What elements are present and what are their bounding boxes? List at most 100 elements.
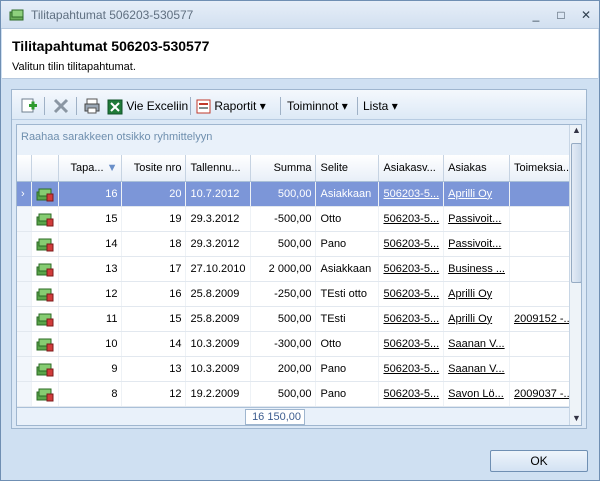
- cell-selite: Asiakkaan: [315, 181, 380, 207]
- column-header-asiakasv[interactable]: Asiakasv...: [378, 155, 445, 182]
- cell-asiakas[interactable]: Business ...: [443, 256, 510, 282]
- cell-tapa: 12: [58, 281, 123, 307]
- window-title: Tilitapahtumat 506203-530577: [31, 8, 194, 22]
- actions-menu[interactable]: Toiminnot ▾: [287, 97, 348, 115]
- table-row[interactable]: 8 12 19.2.2009 500,00 Pano 506203-5... Savon L…: [17, 381, 581, 407]
- table-row[interactable]: 10 14 10.3.2009 -300,00 Otto 506203-5... Saana…: [17, 331, 581, 357]
- cell-asiakas[interactable]: Saanan V...: [443, 331, 510, 357]
- cell-summa: -250,00: [250, 281, 317, 307]
- cell-summa: -500,00: [250, 206, 317, 232]
- cell-asiakasv[interactable]: 506203-5...: [378, 231, 445, 257]
- scrollbar-thumb[interactable]: [571, 143, 581, 283]
- row-indicator[interactable]: [17, 256, 33, 282]
- cell-selite: Pano: [315, 356, 380, 382]
- toolbar: Vie Exceliin Raportit ▾ Toiminnot ▾ List…: [12, 90, 586, 120]
- excel-icon: [107, 99, 123, 115]
- table-row[interactable]: 9 13 10.3.2009 200,00 Pano 506203-5... Saanan …: [17, 356, 581, 382]
- row-indicator[interactable]: [17, 356, 33, 382]
- cell-asiakasv[interactable]: 506203-5...: [378, 306, 445, 332]
- cell-asiakasv[interactable]: 506203-5...: [378, 281, 445, 307]
- cell-asiakasv[interactable]: 506203-5...: [378, 381, 445, 407]
- table-row[interactable]: 11 15 25.8.2009 500,00 TEsti 506203-5... April…: [17, 306, 581, 332]
- cell-tallennus: 29.3.2012: [185, 206, 251, 232]
- table-row[interactable]: 15 19 29.3.2012 -500,00 Otto 506203-5... Passi…: [17, 206, 581, 232]
- cell-asiakasv[interactable]: 506203-5...: [378, 256, 445, 282]
- column-header-selite[interactable]: Selite: [315, 155, 380, 182]
- column-header-tosite[interactable]: Tosite nro: [121, 155, 187, 182]
- page-title: Tilitapahtumat 506203-530577: [12, 38, 210, 54]
- cell-asiakas[interactable]: Aprilli Oy: [443, 181, 510, 207]
- cell-summa: 500,00: [250, 381, 317, 407]
- ok-button[interactable]: OK: [490, 450, 588, 472]
- cell-asiakas[interactable]: Aprilli Oy: [443, 281, 510, 307]
- reports-menu[interactable]: Raportit ▾: [196, 97, 266, 115]
- close-button[interactable]: ✕: [577, 7, 595, 23]
- cell-tosite: 14: [121, 331, 187, 357]
- cell-tapa: 11: [58, 306, 123, 332]
- money-icon: [36, 338, 54, 351]
- row-indicator[interactable]: [17, 281, 33, 307]
- row-indicator[interactable]: [17, 381, 33, 407]
- minimize-button[interactable]: _: [527, 7, 545, 23]
- cell-tapa: 14: [58, 231, 123, 257]
- cell-asiakasv[interactable]: 506203-5...: [378, 331, 445, 357]
- cell-summa: 500,00: [250, 231, 317, 257]
- actions-label: Toiminnot: [287, 99, 339, 113]
- cell-selite: Pano: [315, 231, 380, 257]
- column-header-tallennus[interactable]: Tallennu...: [185, 155, 251, 182]
- print-icon[interactable]: [83, 97, 101, 115]
- scroll-up-icon[interactable]: ▲: [572, 125, 581, 135]
- export-excel-label: Vie Exceliin: [126, 99, 189, 113]
- maximize-button[interactable]: □: [552, 7, 570, 23]
- table-row[interactable]: 12 16 25.8.2009 -250,00 TEsti otto 506203-5..…: [17, 281, 581, 307]
- table-row[interactable]: 13 17 27.10.2010 2 000,00 Asiakkaan 506203-5.…: [17, 256, 581, 282]
- group-by-hint[interactable]: Raahaa sarakkeen otsikko ryhmittelyyn: [17, 125, 569, 155]
- cell-summa: 200,00: [250, 356, 317, 382]
- cell-asiakas[interactable]: Aprilli Oy: [443, 306, 510, 332]
- row-icon-cell: [31, 181, 60, 207]
- transactions-grid: Raahaa sarakkeen otsikko ryhmittelyyn Ta…: [16, 124, 582, 426]
- money-icon: [36, 288, 54, 301]
- cell-tapa: 15: [58, 206, 123, 232]
- column-header-summa[interactable]: Summa: [250, 155, 317, 182]
- cell-asiakasv[interactable]: 506203-5...: [378, 206, 445, 232]
- add-icon[interactable]: [20, 97, 38, 115]
- row-indicator[interactable]: [17, 231, 33, 257]
- toolbar-separator: [76, 97, 77, 115]
- cell-asiakasv[interactable]: 506203-5...: [378, 356, 445, 382]
- row-indicator[interactable]: ›: [17, 181, 33, 207]
- report-icon: [196, 99, 211, 114]
- cell-asiakas[interactable]: Passivoit...: [443, 206, 510, 232]
- cell-asiakas[interactable]: Savon Lö...: [443, 381, 510, 407]
- table-row[interactable]: 14 18 29.3.2012 500,00 Pano 506203-5... Passiv…: [17, 231, 581, 257]
- cell-tapa: 16: [58, 181, 123, 207]
- cell-selite: Asiakkaan: [315, 256, 380, 282]
- cell-tallennus: 25.8.2009: [185, 281, 251, 307]
- row-icon-cell: [31, 306, 60, 332]
- cell-tallennus: 19.2.2009: [185, 381, 251, 407]
- cell-tallennus: 29.3.2012: [185, 231, 251, 257]
- row-indicator[interactable]: [17, 206, 33, 232]
- row-indicator[interactable]: [17, 306, 33, 332]
- list-menu[interactable]: Lista ▾: [363, 97, 398, 115]
- cell-asiakasv[interactable]: 506203-5...: [378, 181, 445, 207]
- cell-asiakas[interactable]: Saanan V...: [443, 356, 510, 382]
- export-excel-button[interactable]: Vie Exceliin: [107, 97, 188, 115]
- cell-selite: Otto: [315, 206, 380, 232]
- row-indicator[interactable]: [17, 331, 33, 357]
- cell-tosite: 18: [121, 231, 187, 257]
- cell-asiakas[interactable]: Passivoit...: [443, 231, 510, 257]
- chevron-down-icon: ▾: [391, 99, 398, 113]
- cell-tosite: 12: [121, 381, 187, 407]
- scroll-down-icon[interactable]: ▼: [572, 413, 581, 423]
- column-header-asiakas[interactable]: Asiakas: [443, 155, 510, 182]
- cell-tapa: 10: [58, 331, 123, 357]
- table-row[interactable]: › 16 20 10.7.2012 500,00 Asiakkaan 506203-5...…: [17, 181, 581, 207]
- row-icon-cell: [31, 206, 60, 232]
- delete-icon[interactable]: [52, 97, 70, 115]
- header: Tilitapahtumat 506203-530577 Valitun til…: [2, 29, 598, 79]
- column-header-tapa[interactable]: Tapa... ▼: [58, 155, 123, 182]
- title-bar: Tilitapahtumat 506203-530577 _ □ ✕: [1, 1, 599, 29]
- vertical-scrollbar[interactable]: ▲ ▼: [569, 125, 581, 425]
- current-row-icon: ›: [21, 187, 25, 200]
